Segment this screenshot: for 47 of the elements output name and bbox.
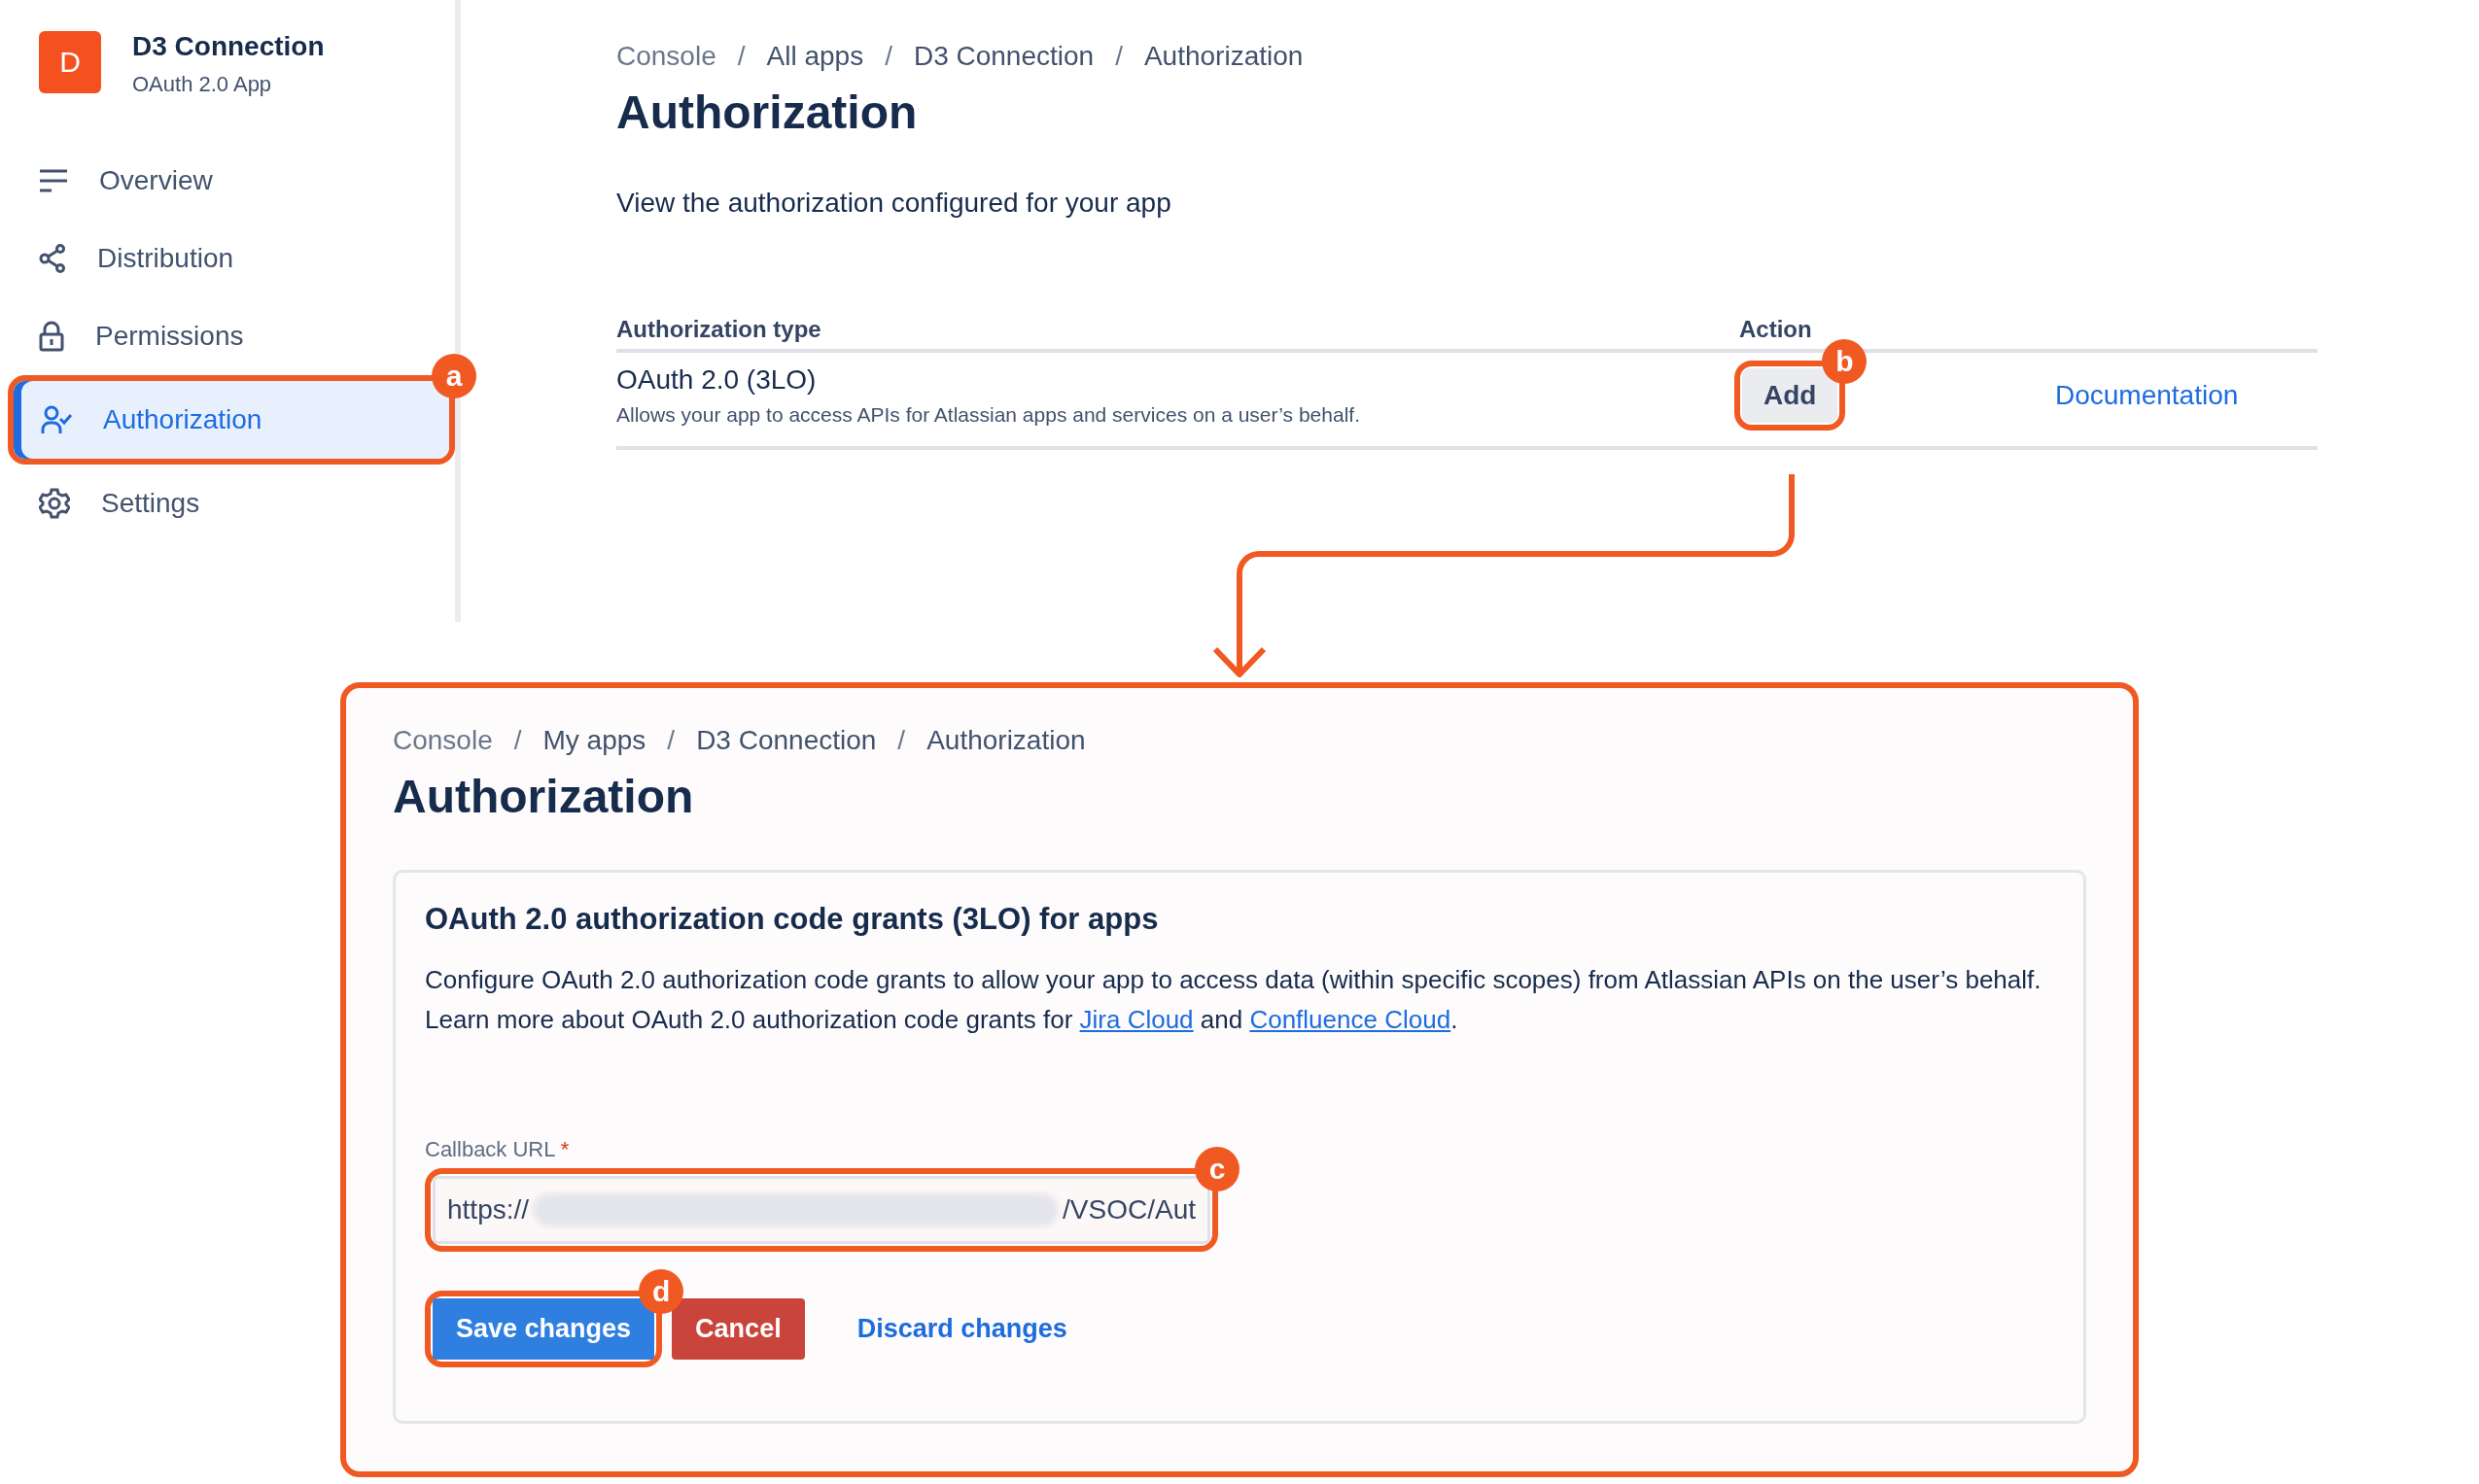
breadcrumb-link[interactable]: All apps bbox=[766, 41, 864, 72]
save-button[interactable]: Save changes bbox=[433, 1298, 655, 1360]
page-title: Authorization bbox=[616, 86, 919, 139]
lock-icon bbox=[39, 321, 64, 352]
breadcrumb-link[interactable]: D3 Connection bbox=[913, 41, 1095, 72]
text-link[interactable]: Confluence Cloud bbox=[1249, 1005, 1451, 1034]
callout-badge: c bbox=[1195, 1147, 1240, 1191]
field-label: Callback URL * bbox=[425, 1137, 570, 1162]
text-link[interactable]: Jira Cloud bbox=[1079, 1005, 1194, 1034]
breadcrumb-link[interactable]: Authorization bbox=[1143, 41, 1304, 72]
breadcrumb-separator: / bbox=[667, 725, 676, 756]
app-logo: D bbox=[39, 31, 101, 93]
card-description: Configure OAuth 2.0 authorization code grants to allow your app to access data (within specific scopes) from Atlassian APIs on the user’s behalf. Learn more about OAuth 2.0 authorization code grants for Jira Cloud and Confluence Cloud. bbox=[425, 964, 2043, 1036]
share-icon bbox=[39, 244, 66, 273]
settings-icon bbox=[39, 488, 70, 519]
callout-badge: d bbox=[639, 1269, 684, 1314]
sidebar-item[interactable]: Overview bbox=[0, 142, 447, 220]
menu-icon bbox=[39, 168, 68, 193]
page-title: Authorization bbox=[393, 770, 695, 823]
breadcrumb-link[interactable]: D3 Connection bbox=[696, 725, 877, 756]
breadcrumb-separator: / bbox=[513, 725, 522, 756]
sidebar-item[interactable]: Settings bbox=[0, 465, 447, 542]
breadcrumb-link[interactable]: Console bbox=[393, 725, 493, 756]
cancel-button[interactable]: Cancel bbox=[672, 1298, 805, 1360]
app-type: OAuth 2.0 App bbox=[132, 72, 273, 97]
column-header: Authorization type bbox=[616, 316, 822, 343]
add-button[interactable]: Add bbox=[1742, 368, 1838, 423]
discard-link[interactable]: Discard changes bbox=[833, 1298, 1091, 1360]
breadcrumb-separator: / bbox=[1115, 41, 1123, 72]
breadcrumb-link[interactable]: My apps bbox=[542, 725, 646, 756]
page-description: View the authorization configured for your app bbox=[616, 188, 1172, 219]
breadcrumb-separator: / bbox=[897, 725, 906, 756]
breadcrumb-link[interactable]: Console bbox=[616, 41, 716, 72]
column-header: Action bbox=[1739, 316, 1813, 343]
documentation-link[interactable]: Documentation bbox=[2055, 380, 2239, 410]
breadcrumb-separator: / bbox=[737, 41, 746, 72]
auth-type-description: Allows your app to access APIs for Atlassian apps and services on a user’s behalf. bbox=[616, 403, 1361, 427]
callback-url-field[interactable]: https:// /VSOC/Aut bbox=[433, 1176, 1210, 1244]
app-name: D3 Connection bbox=[132, 31, 325, 62]
breadcrumb-link[interactable]: Authorization bbox=[926, 725, 1086, 756]
callout-badge: b bbox=[1822, 339, 1868, 384]
callout-badge: a bbox=[432, 354, 476, 398]
user-check-icon bbox=[41, 404, 72, 435]
card-title: OAuth 2.0 authorization code grants (3LO) for apps bbox=[425, 902, 1159, 937]
auth-type-name: OAuth 2.0 (3LO) bbox=[616, 364, 818, 396]
sidebar-item[interactable]: Distribution bbox=[0, 220, 447, 297]
breadcrumb-separator: / bbox=[885, 41, 892, 72]
